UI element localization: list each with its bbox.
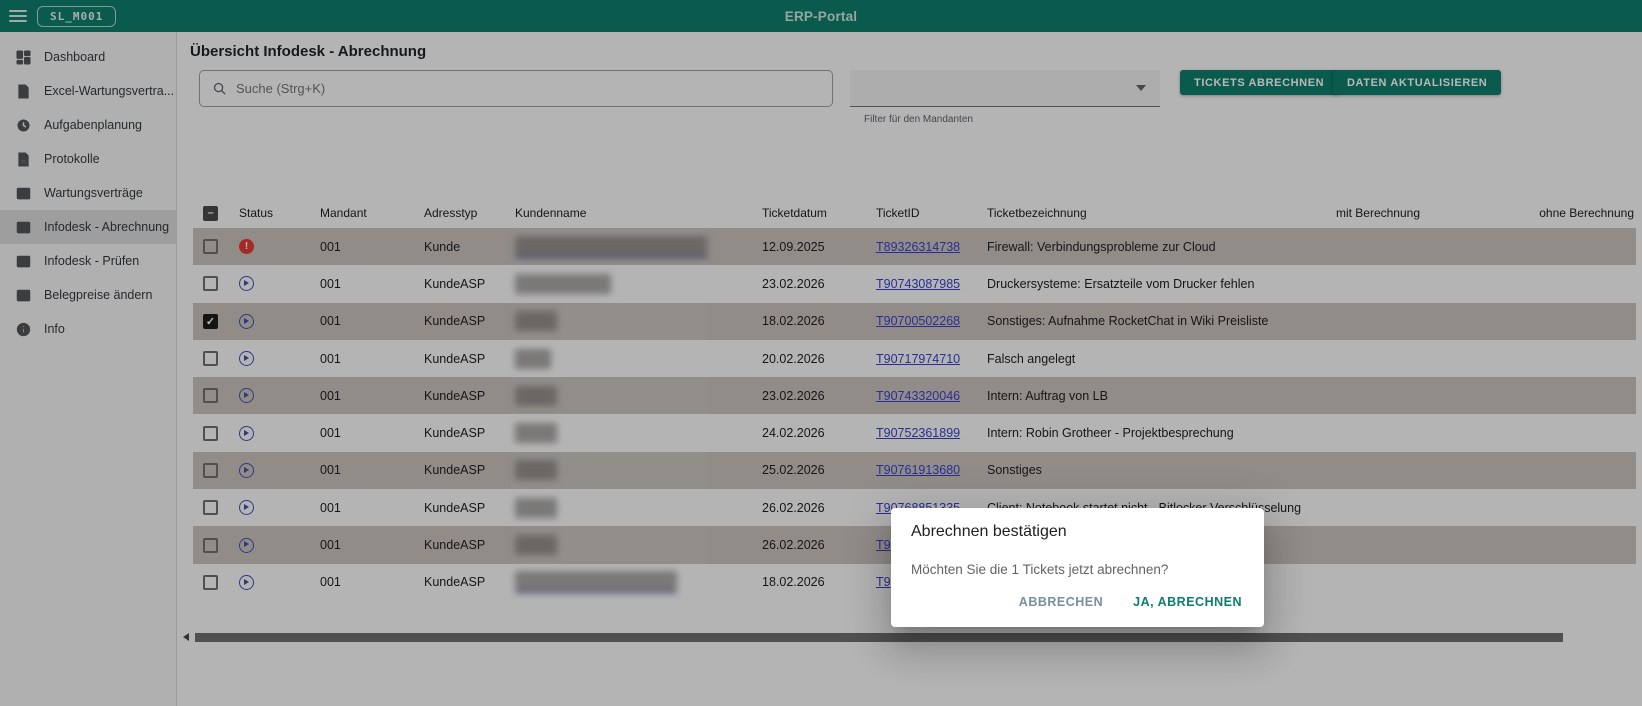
dialog-actions: ABBRECHEN JA, ABRECHNEN xyxy=(911,591,1244,619)
erp-portal-app: SL_M001 ERP-Portal DashboardxExcel-Wartu… xyxy=(0,0,1642,706)
confirm-dialog: Abrechnen bestätigen Möchten Sie die 1 T… xyxy=(891,508,1264,627)
dialog-confirm-button[interactable]: JA, ABRECHNEN xyxy=(1131,591,1244,613)
modal-scrim[interactable] xyxy=(0,0,1642,706)
dialog-title: Abrechnen bestätigen xyxy=(911,523,1244,541)
dialog-message: Möchten Sie die 1 Tickets jetzt abrechne… xyxy=(911,562,1244,577)
dialog-cancel-button[interactable]: ABBRECHEN xyxy=(1017,591,1105,613)
